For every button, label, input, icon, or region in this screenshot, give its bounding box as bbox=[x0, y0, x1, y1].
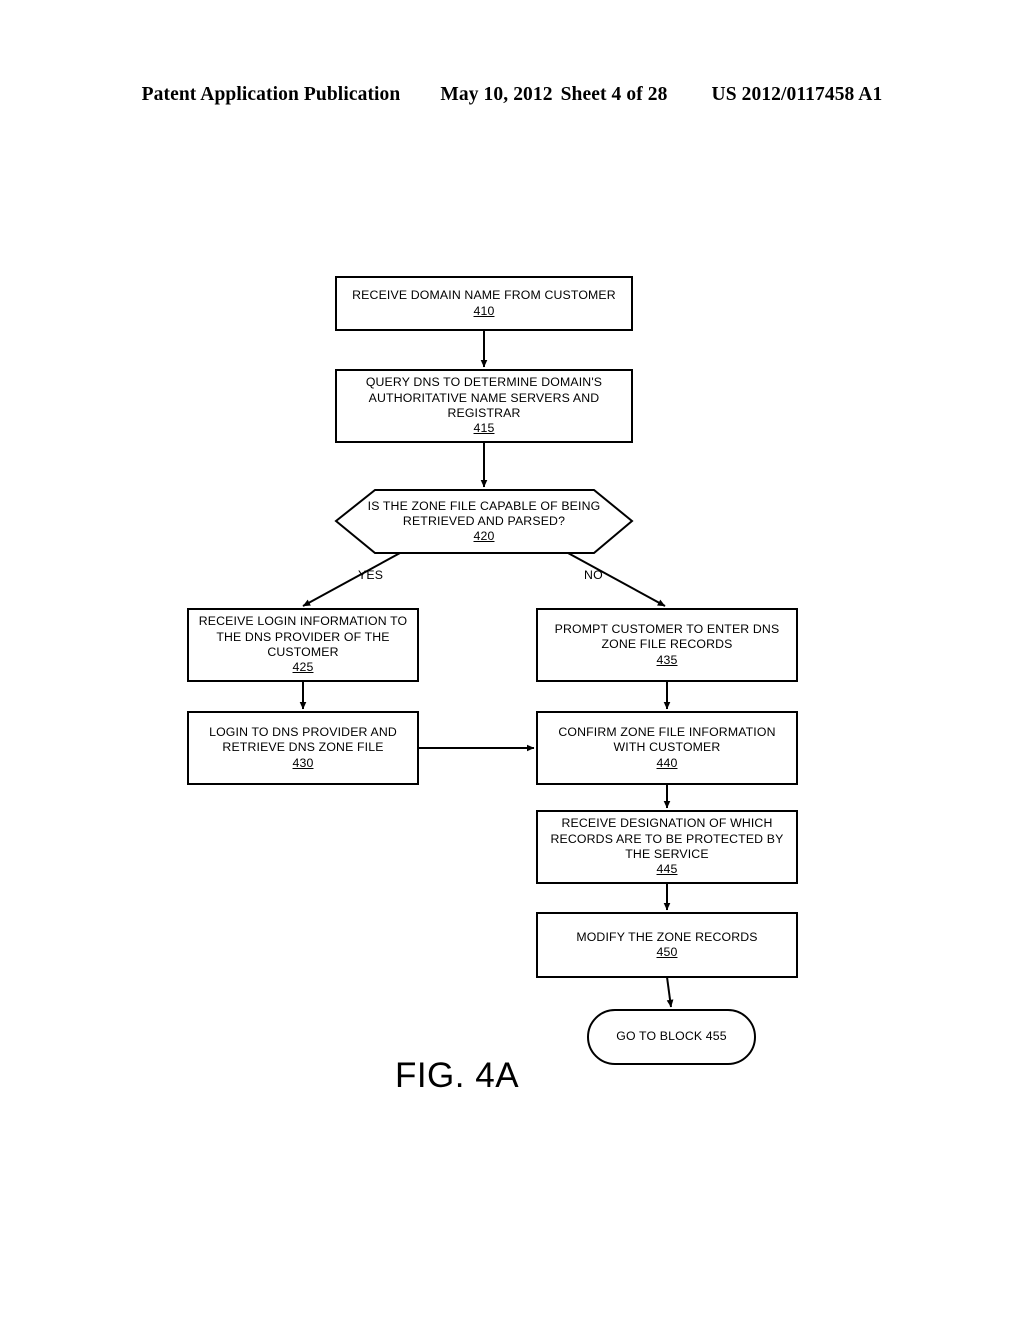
node-shape-435 bbox=[536, 608, 798, 682]
node-shape-440 bbox=[536, 711, 798, 785]
node-shape-425 bbox=[187, 608, 419, 682]
edge-420-435-no bbox=[567, 552, 666, 607]
edge-450-455 bbox=[666, 976, 674, 1008]
node-shape-445 bbox=[536, 810, 798, 884]
branch-label-no: NO bbox=[584, 568, 603, 582]
edge-420-425-yes bbox=[302, 552, 401, 607]
node-shape-410 bbox=[335, 276, 633, 331]
node-shape-420 bbox=[334, 489, 634, 554]
node-shape-430 bbox=[187, 711, 419, 785]
branch-label-yes: YES bbox=[358, 568, 384, 582]
figure-caption: FIG. 4A bbox=[0, 1056, 1024, 1096]
node-shape-415 bbox=[335, 369, 633, 443]
flowchart-diagram: RECEIVE DOMAIN NAME FROM CUSTOMER 410 QU… bbox=[0, 0, 1024, 1320]
flowchart-canvas bbox=[187, 276, 798, 1065]
node-shape-450 bbox=[536, 912, 798, 978]
figure-caption-text: FIG. 4A bbox=[394, 1056, 520, 1095]
